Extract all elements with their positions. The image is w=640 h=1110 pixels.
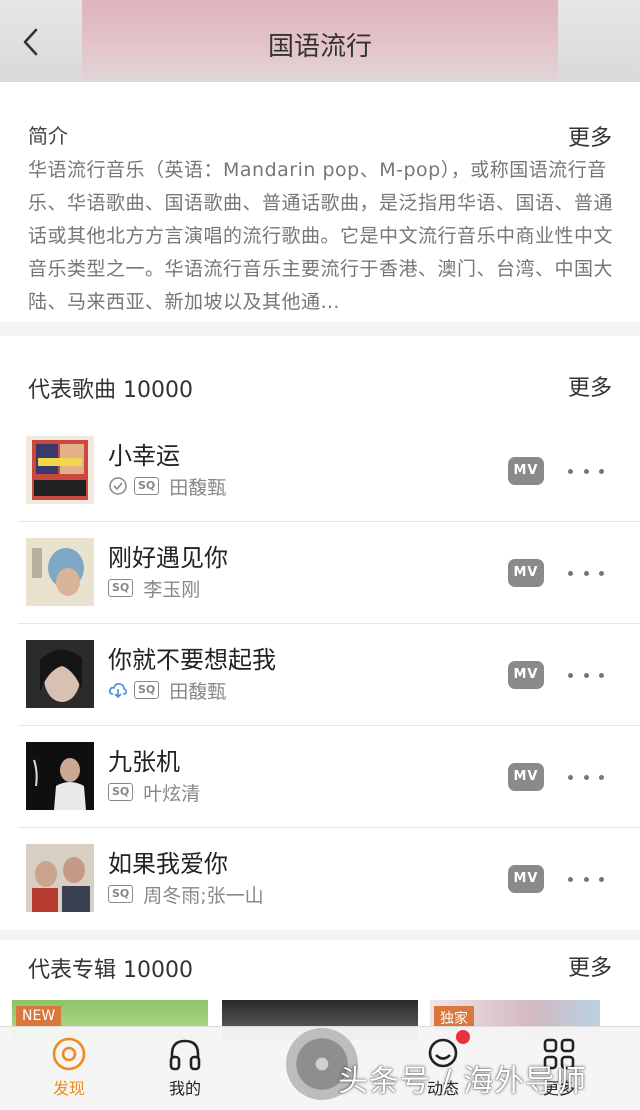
more-options-icon[interactable] [568,872,604,886]
album-cover [26,538,94,606]
song-artist: 田馥甄 [169,680,227,703]
intro-more-link[interactable]: 更多 [568,120,612,152]
intro-title: 简介 [28,124,68,148]
song-row[interactable]: 小幸运 SQ 田馥甄 MV [0,420,640,522]
sq-badge: SQ [134,681,160,699]
tab-mine[interactable]: 我的 [130,1035,240,1099]
sq-badge: SQ [134,477,160,495]
album-cover [26,844,94,912]
album-cover [26,640,94,708]
song-row[interactable]: 刚好遇见你 SQ 李玉刚 MV [0,522,640,624]
sq-badge: SQ [108,885,134,903]
album-cover [26,742,94,810]
song-row[interactable]: 如果我爱你 SQ 周冬雨;张一山 MV [0,828,640,930]
mv-button[interactable]: MV [508,559,544,587]
disc-icon [52,1037,86,1071]
album-tag: NEW [16,1006,62,1026]
albums-section-title: 代表专辑 10000 [28,958,193,983]
more-options-icon[interactable] [568,770,604,784]
check-circle-icon [109,477,127,495]
tab-label: 发现 [52,1079,85,1098]
songs-section-title: 代表歌曲 10000 [28,378,193,403]
song-title: 刚好遇见你 [108,544,228,572]
song-artist: 叶炫清 [143,782,201,805]
watermark: 头条号 / 海外导师 [338,1064,588,1099]
section-divider [0,930,640,940]
page-title: 国语流行 [267,32,372,62]
more-options-icon[interactable] [568,464,604,478]
tab-discover[interactable]: 发现 [14,1035,124,1099]
song-artist: 周冬雨;张一山 [143,884,264,907]
song-title: 如果我爱你 [108,850,228,878]
more-options-icon[interactable] [568,668,604,682]
sq-badge: SQ [108,579,134,597]
song-title: 九张机 [108,748,180,776]
album-cover [26,436,94,504]
mv-button[interactable]: MV [508,865,544,893]
sq-badge: SQ [108,783,134,801]
section-divider [0,322,640,336]
tab-label: 我的 [168,1079,201,1098]
mv-button[interactable]: MV [508,457,544,485]
cloud-download-icon [109,683,128,699]
top-bar: 国语流行 [0,0,640,82]
mv-button[interactable]: MV [508,661,544,689]
intro-text: 华语流行音乐（英语：Mandarin pop、M-pop），或称国语流行音乐、华… [28,159,614,313]
song-title: 你就不要想起我 [108,646,276,674]
song-row[interactable]: 九张机 SQ 叶炫清 MV [0,726,640,828]
albums-more-link[interactable]: 更多 [568,950,612,982]
song-artist: 李玉刚 [143,578,201,601]
notification-dot [456,1030,470,1044]
songs-more-link[interactable]: 更多 [568,370,612,402]
song-artist: 田馥甄 [169,476,227,499]
song-title: 小幸运 [108,442,180,470]
song-row[interactable]: 你就不要想起我 SQ 田馥甄 MV [0,624,640,726]
mv-button[interactable]: MV [508,763,544,791]
more-options-icon[interactable] [568,566,604,580]
headphones-icon [169,1039,201,1071]
